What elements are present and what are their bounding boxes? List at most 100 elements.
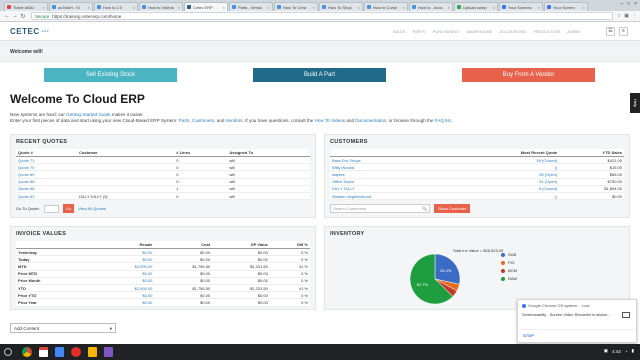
how-to-videos-link[interactable]: How To Videos <box>315 118 345 123</box>
browser-tab[interactable]: How to Curse × <box>364 2 408 11</box>
table-link[interactable]: Quote 68 <box>16 178 78 186</box>
table-link[interactable]: $2,990.00 <box>96 284 155 293</box>
youtube-icon[interactable] <box>71 347 81 357</box>
customer-search-input[interactable]: Search Customers 🔍 <box>330 204 430 214</box>
tab-close-icon[interactable]: × <box>178 5 180 10</box>
table-link[interactable]: Quote 66 <box>16 185 78 193</box>
star-icon[interactable]: ☆ <box>617 13 621 19</box>
nav-item-sales[interactable]: SALES <box>393 29 406 34</box>
user-icon[interactable]: ☰ <box>606 27 615 36</box>
go-button[interactable]: Go <box>62 204 75 214</box>
reload-icon[interactable]: ↻ <box>19 13 27 20</box>
vendors-link[interactable]: Vendors <box>226 118 243 123</box>
table-link[interactable]: $0.00 <box>96 248 155 257</box>
table-link[interactable]: $0.00 <box>96 270 155 278</box>
extension-icon[interactable]: ▣ <box>624 13 629 19</box>
table-link[interactable]: $2,990.00 <box>96 262 155 271</box>
table-link[interactable]: DILLY DILLY <box>330 185 449 193</box>
tab-close-icon[interactable]: × <box>493 5 495 10</box>
url-input[interactable]: Secure https://training.cetecerp.com/hom… <box>31 12 613 20</box>
tab-close-icon[interactable]: × <box>313 5 315 10</box>
table-link[interactable]: Quote 69 <box>16 170 78 179</box>
tab-close-icon[interactable]: × <box>133 5 135 10</box>
table-link[interactable]: Willy Wonka <box>330 163 449 172</box>
table-link[interactable]: Bass Pro Shops <box>330 156 449 165</box>
slides-icon[interactable] <box>88 347 97 357</box>
nav-item-parts[interactable]: PARTS <box>413 29 426 34</box>
table-link[interactable]: Walden neighborhood <box>330 192 449 201</box>
help-tab[interactable]: Help <box>630 93 640 113</box>
table-link[interactable]: 51 (Open) <box>448 178 560 186</box>
table-link[interactable]: $0.00 <box>96 291 155 300</box>
launcher-icon[interactable] <box>4 348 12 356</box>
nav-item-accounting[interactable]: ACCOUNTING <box>499 29 526 34</box>
tab-close-icon[interactable]: × <box>223 5 225 10</box>
faq-link[interactable]: FAQ list <box>435 118 451 123</box>
cetec-logo[interactable]: CETEC ERP <box>10 27 49 36</box>
browser-tab[interactable]: How to - docs × <box>409 2 453 11</box>
tab-close-icon[interactable]: × <box>43 5 45 10</box>
table-link[interactable]: Quote 71 <box>16 156 78 165</box>
browser-tab[interactable]: How To Crea × <box>274 2 318 11</box>
table-link[interactable]: 55 (Open) <box>448 170 560 179</box>
nav-item-purchasing[interactable]: PURCHASING <box>433 29 460 34</box>
maximize-icon[interactable]: □ <box>627 1 630 7</box>
browser-tab[interactable]: Ticket #630: × <box>4 2 48 11</box>
nav-item-warehouse[interactable]: WAREHOUSE <box>466 29 492 34</box>
forward-icon[interactable]: → <box>11 13 19 19</box>
browser-tab[interactable]: How to Videos × <box>139 2 183 11</box>
table-link[interactable]: 5 (Closed) <box>448 185 560 193</box>
tab-close-icon[interactable]: × <box>448 5 450 10</box>
show-customer-button[interactable]: Show Customer <box>434 204 471 214</box>
system-tray[interactable]: ▣ 4:43 ◔ ▮ <box>604 348 634 354</box>
build-a-part-button[interactable]: Build A Part <box>253 68 386 82</box>
tab-close-icon[interactable]: × <box>268 5 270 10</box>
parts-link[interactable]: Parts <box>179 118 190 123</box>
browser-tab[interactable]: How To Shop × <box>319 2 363 11</box>
table-link[interactable]: () <box>448 163 560 172</box>
table-link[interactable]: Quote 63 <box>16 192 78 201</box>
table-link[interactable]: Quote 70 <box>16 163 78 172</box>
browser-tab[interactable]: Your Screenc × <box>499 2 543 11</box>
tab-close-icon[interactable]: × <box>538 5 540 10</box>
table-link[interactable]: Office Depot <box>330 178 449 186</box>
view-all-quotes-link[interactable]: View All Quotes <box>78 206 106 211</box>
search-icon[interactable]: 🔍 <box>422 206 427 211</box>
sell-existing-stock-button[interactable]: Sell Existing Stock <box>44 68 177 82</box>
minimize-icon[interactable]: – <box>620 1 623 7</box>
close-icon[interactable]: × <box>634 1 637 7</box>
browser-tab[interactable]: Parts - Versio × <box>229 2 273 11</box>
screencastify-icon[interactable] <box>104 347 113 357</box>
browser-tab[interactable]: How to 2.0 × <box>94 2 138 11</box>
back-icon[interactable]: ← <box>3 13 11 19</box>
table-link[interactable]: () <box>448 192 560 201</box>
chrome-icon[interactable] <box>22 347 32 357</box>
menu-icon[interactable]: ≡ <box>619 27 628 36</box>
documentation-link[interactable]: Documentation <box>355 118 386 123</box>
customers-link[interactable]: Customers <box>192 118 214 123</box>
quote-number-input[interactable] <box>43 204 59 213</box>
gmail-icon[interactable] <box>39 347 48 357</box>
tab-close-icon[interactable]: × <box>358 5 360 10</box>
menu-dots-icon[interactable]: ⋮ <box>632 13 637 19</box>
getting-started-link[interactable]: Getting Started Guide <box>66 112 110 117</box>
table-link[interactable]: 59 (Closed) <box>448 156 560 165</box>
buy-from-vendor-button[interactable]: Buy From A Vendor <box>462 68 595 82</box>
table-link[interactable]: staples <box>330 170 449 179</box>
add-content-select[interactable]: Add Content ▾ <box>10 323 116 333</box>
browser-tab[interactable]: Your Screen × <box>544 2 588 11</box>
table-cell <box>86 262 97 271</box>
table-link[interactable]: $0.00 <box>96 277 155 285</box>
browser-tab[interactable]: asTicket : Sl × <box>49 2 93 11</box>
docs-icon[interactable] <box>55 347 64 357</box>
browser-tab[interactable]: Upload comp × <box>454 2 498 11</box>
nav-item-admin[interactable]: ADMIN <box>567 29 580 34</box>
browser-tab[interactable]: Cetec ERP × <box>184 2 228 11</box>
table-link[interactable]: $0.00 <box>96 255 155 264</box>
tab-close-icon[interactable]: × <box>403 5 405 10</box>
tab-close-icon[interactable]: × <box>88 5 90 10</box>
stop-button[interactable]: STOP <box>518 329 636 341</box>
tab-close-icon[interactable]: × <box>583 5 585 10</box>
table-link[interactable]: $0.00 <box>96 298 155 307</box>
nav-item-production[interactable]: PRODUCTION <box>533 29 560 34</box>
